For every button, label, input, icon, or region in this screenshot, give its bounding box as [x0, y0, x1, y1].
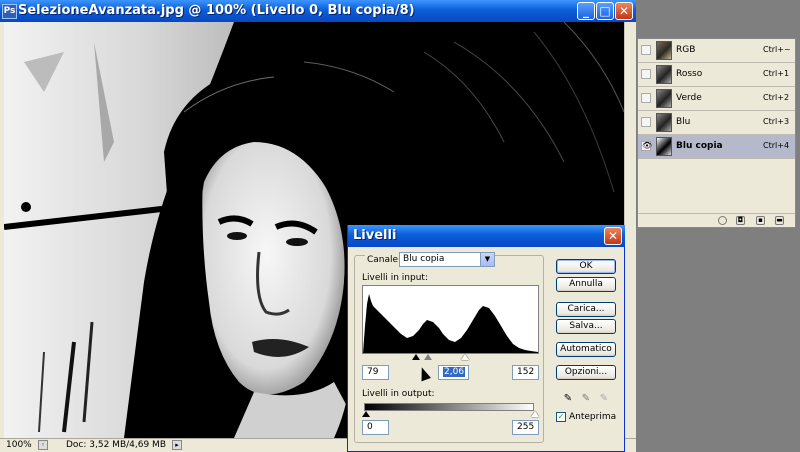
channel-name: Rosso: [676, 69, 703, 79]
output-white-field[interactable]: 255: [512, 420, 539, 435]
gray-eyedropper-icon[interactable]: ✎: [580, 393, 592, 405]
output-black-handle[interactable]: [362, 411, 370, 417]
channel-shortcut: Ctrl+3: [763, 117, 790, 126]
input-gamma-handle[interactable]: [424, 354, 432, 360]
channel-shortcut: Ctrl+1: [763, 69, 790, 78]
vertical-scrollbar[interactable]: [624, 22, 636, 438]
info-icon[interactable]: ◦: [38, 440, 48, 450]
visibility-toggle[interactable]: [641, 117, 651, 127]
cancel-button[interactable]: Annulla: [556, 277, 616, 292]
preview-checkbox[interactable]: ✓: [556, 412, 566, 422]
options-button[interactable]: Opzioni...: [556, 365, 616, 380]
maximize-button[interactable]: □: [596, 2, 614, 20]
save-selection-icon[interactable]: ◘: [736, 216, 745, 225]
save-button[interactable]: Salva...: [556, 319, 616, 334]
channel-name: Verde: [676, 93, 702, 103]
channel-row-blu-copia[interactable]: 👁 Blu copia Ctrl+4: [638, 135, 795, 159]
status-menu-arrow-icon[interactable]: ▸: [172, 440, 182, 450]
output-white-handle[interactable]: [531, 411, 539, 417]
input-black-field[interactable]: 79: [362, 365, 389, 380]
channels-panel: RGB Ctrl+~ Rosso Ctrl+1 Verde Ctrl+2 Blu…: [637, 38, 796, 228]
load-button[interactable]: Carica...: [556, 302, 616, 317]
photoshop-doc-icon: Ps: [2, 4, 17, 19]
output-levels-slider[interactable]: [362, 411, 539, 419]
new-channel-icon[interactable]: ▪: [756, 216, 765, 225]
channel-name: RGB: [676, 45, 696, 55]
minimize-button[interactable]: _: [577, 2, 595, 20]
channel-select[interactable]: Blu copia ▼: [399, 252, 495, 267]
channel-name: Blu: [676, 117, 691, 127]
visibility-toggle[interactable]: [641, 93, 651, 103]
histogram-graph: [363, 294, 538, 353]
channel-row-verde[interactable]: Verde Ctrl+2: [638, 87, 795, 111]
zoom-level[interactable]: 100%: [6, 440, 32, 450]
output-black-field[interactable]: 0: [362, 420, 389, 435]
close-button[interactable]: ✕: [615, 2, 633, 20]
visibility-toggle[interactable]: [641, 45, 651, 55]
channel-shortcut: Ctrl+~: [763, 45, 791, 54]
eye-icon[interactable]: 👁: [641, 141, 652, 151]
ok-button[interactable]: OK: [556, 259, 616, 274]
auto-button[interactable]: Automatico: [556, 342, 616, 357]
document-size-info: Doc: 3,52 MB/4,69 MB: [66, 440, 166, 450]
output-levels-label: Livelli in output:: [362, 389, 435, 399]
channels-footer: ◘ ▪ ▬: [638, 213, 795, 228]
load-selection-icon[interactable]: [718, 216, 727, 225]
channel-shortcut: Ctrl+4: [763, 141, 790, 150]
input-levels-label: Livelli in input:: [362, 273, 428, 283]
input-gamma-field[interactable]: 2,06: [438, 365, 469, 380]
levels-titlebar[interactable]: Livelli ✕: [348, 225, 625, 247]
channel-thumbnail: [656, 65, 672, 84]
levels-dialog: Livelli ✕ Canale: Blu copia ▼ Livelli in…: [347, 225, 625, 452]
channel-thumbnail: [656, 137, 672, 156]
channel-row-rosso[interactable]: Rosso Ctrl+1: [638, 63, 795, 87]
black-eyedropper-icon[interactable]: ✎: [562, 393, 574, 405]
input-white-field[interactable]: 152: [512, 365, 539, 380]
histogram: [362, 285, 539, 354]
channel-thumbnail: [656, 89, 672, 108]
input-gamma-value: 2,06: [443, 367, 466, 377]
input-black-handle[interactable]: [412, 354, 420, 360]
channel-name: Blu copia: [676, 141, 723, 151]
preview-label: Anteprima: [569, 412, 617, 422]
input-levels-slider[interactable]: [362, 354, 539, 362]
visibility-toggle[interactable]: [641, 69, 651, 79]
document-title: SelezioneAvanzata.jpg @ 100% (Livello 0,…: [18, 3, 415, 18]
trash-icon[interactable]: ▬: [775, 216, 784, 225]
input-white-handle[interactable]: [461, 354, 469, 360]
channel-shortcut: Ctrl+2: [763, 93, 790, 102]
channel-row-blu[interactable]: Blu Ctrl+3: [638, 111, 795, 135]
close-dialog-button[interactable]: ✕: [604, 227, 622, 245]
channel-label: Canale:: [365, 255, 404, 265]
document-titlebar[interactable]: Ps SelezioneAvanzata.jpg @ 100% (Livello…: [0, 0, 636, 22]
levels-title: Livelli: [353, 228, 397, 243]
chevron-down-icon[interactable]: ▼: [480, 253, 494, 266]
output-gradient-bar: [364, 403, 534, 411]
channel-row-rgb[interactable]: RGB Ctrl+~: [638, 39, 795, 63]
channel-thumbnail: [656, 113, 672, 132]
channel-thumbnail: [656, 41, 672, 60]
channel-select-value: Blu copia: [403, 254, 445, 264]
white-eyedropper-icon[interactable]: ✎: [598, 393, 610, 405]
